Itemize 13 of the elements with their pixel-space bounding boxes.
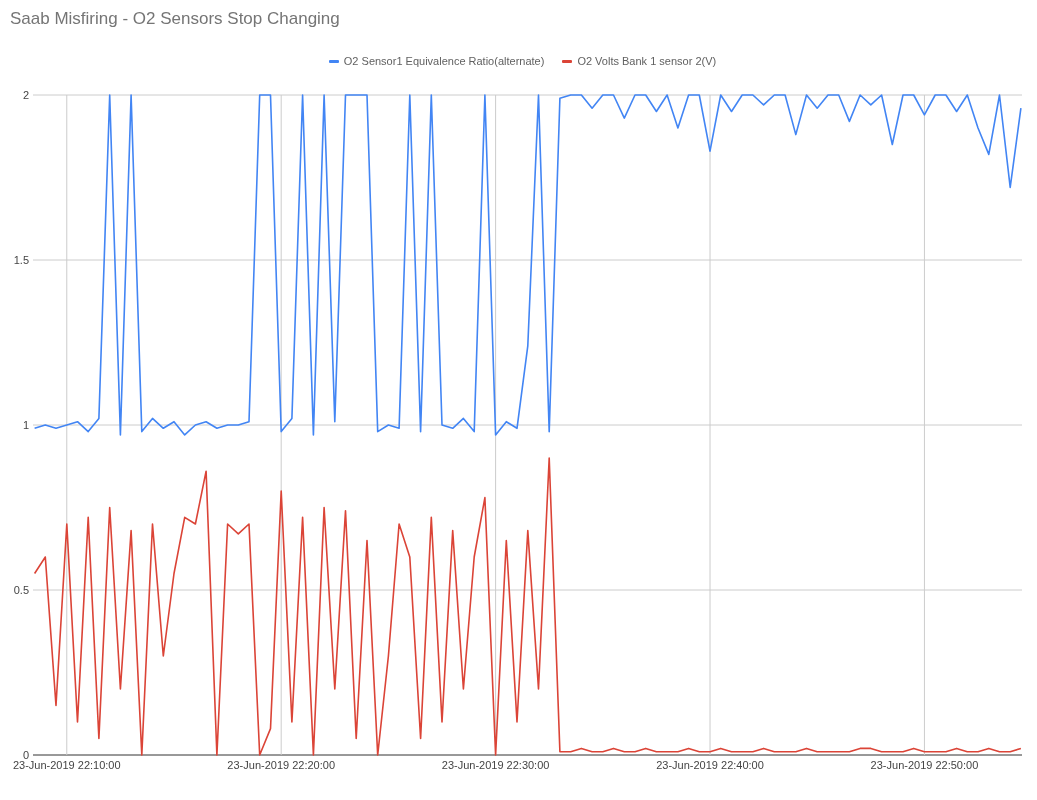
x-tick-label: 23-Jun-2019 22:20:00 <box>227 759 335 771</box>
y-tick-label: 2 <box>22 89 29 101</box>
y-tick-label: 1 <box>22 419 29 431</box>
legend-label: O2 Volts Bank 1 sensor 2(V) <box>577 55 717 67</box>
x-tick-label: 23-Jun-2019 22:40:00 <box>656 759 764 771</box>
legend-label: O2 Sensor1 Equivalence Ratio(alternate) <box>343 55 545 67</box>
x-tick-label: 23-Jun-2019 22:10:00 <box>12 759 121 771</box>
y-tick-label: 1.5 <box>13 254 29 266</box>
x-tick-label: 23-Jun-2019 22:50:00 <box>870 759 979 771</box>
chart-title: Saab Misfiring - O2 Sensors Stop Changing <box>9 8 341 30</box>
y-tick-label: 0 <box>22 749 29 761</box>
y-tick-label: 0.5 <box>13 584 29 596</box>
x-tick-label: 23-Jun-2019 22:30:00 <box>441 759 550 771</box>
